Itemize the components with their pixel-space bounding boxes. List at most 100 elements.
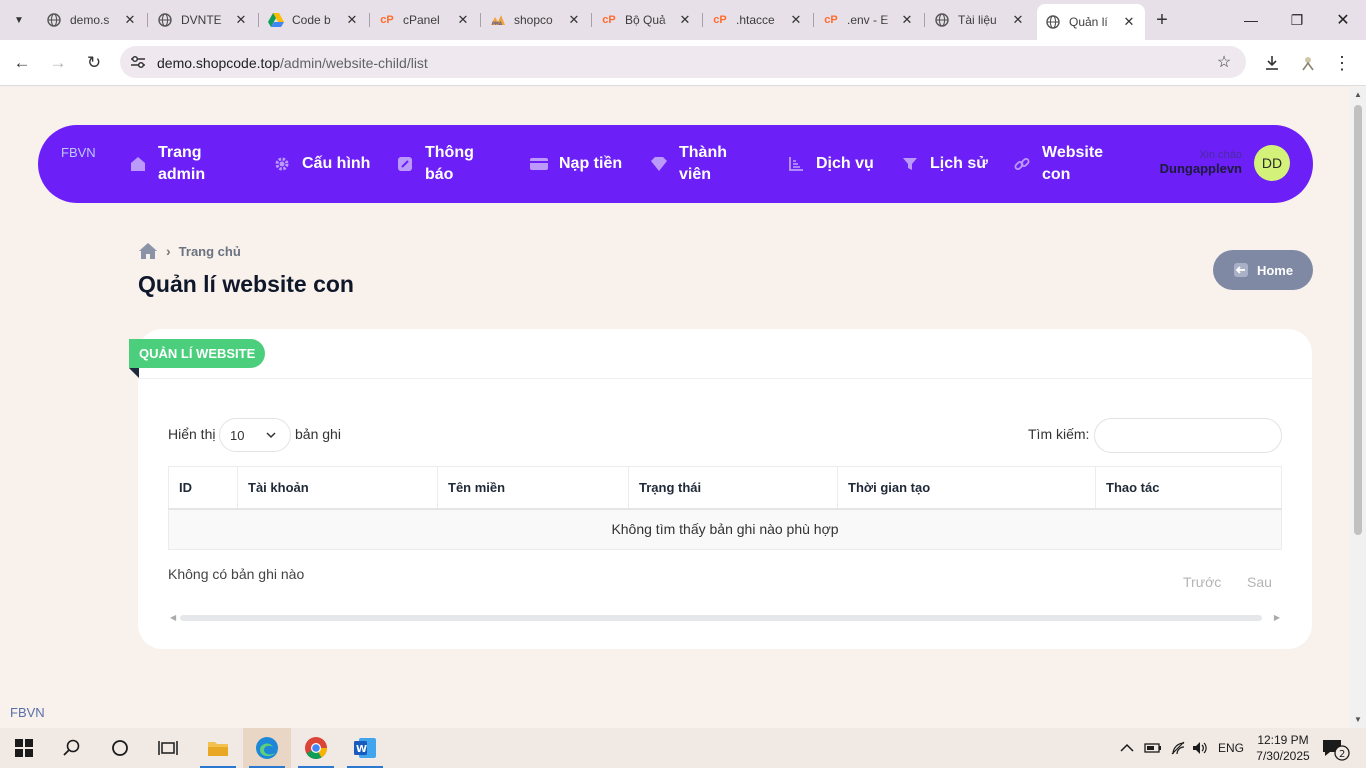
home-button-label: Home xyxy=(1256,262,1294,278)
home-button[interactable]: Home xyxy=(1213,250,1313,290)
address-bar[interactable]: demo.shopcode.top/admin/website-child/li… xyxy=(120,46,1246,78)
breadcrumb-current[interactable]: Trang chủ xyxy=(179,244,241,259)
nav-item-cau-hinh[interactable]: Cấu hình xyxy=(272,142,376,186)
close-icon[interactable]: ✕ xyxy=(1010,12,1026,28)
nav-item-label: Thành viên xyxy=(679,144,727,183)
tab-label: Code b xyxy=(292,13,331,27)
browser-tab[interactable]: cP cPanel ✕ xyxy=(371,6,479,34)
nav-item-website-con[interactable]: Website con xyxy=(1012,142,1116,186)
avatar[interactable]: DD xyxy=(1254,145,1290,181)
windows-start-icon[interactable] xyxy=(0,728,48,768)
tab-label: .htacce xyxy=(736,13,775,27)
tab-label: Tài liệu xyxy=(958,13,997,27)
file-explorer-icon[interactable] xyxy=(194,728,242,768)
cpanel-icon: cP xyxy=(380,14,394,26)
column-header-created-at[interactable]: Thời gian tạo xyxy=(837,466,1096,510)
scroll-down-arrow-icon[interactable]: ▼ xyxy=(1353,715,1363,725)
site-logo[interactable]: FBVN xyxy=(61,146,101,160)
column-header-id[interactable]: ID xyxy=(168,466,238,510)
volume-icon[interactable] xyxy=(1192,728,1208,768)
page-length-select[interactable]: 10 xyxy=(219,418,291,452)
task-view-icon[interactable] xyxy=(144,728,192,768)
column-header-actions[interactable]: Thao tác xyxy=(1095,466,1282,510)
tab-separator xyxy=(924,13,925,27)
input-language[interactable]: ENG xyxy=(1218,728,1244,768)
close-icon[interactable]: ✕ xyxy=(677,12,693,28)
browser-tab[interactable]: cP Bộ Quả ✕ xyxy=(593,6,701,34)
browser-tab[interactable]: demo.s ✕ xyxy=(38,6,146,34)
nav-item-trang-admin[interactable]: Trang admin xyxy=(128,142,232,186)
minimize-button[interactable]: — xyxy=(1228,0,1274,40)
chrome-browser-icon[interactable] xyxy=(292,728,340,768)
scroll-left-arrow-icon[interactable]: ◀ xyxy=(170,613,176,622)
restore-button[interactable]: ❐ xyxy=(1274,0,1320,40)
column-header-status[interactable]: Trạng thái xyxy=(628,466,838,510)
chevron-right-icon: › xyxy=(166,243,171,259)
globe-icon xyxy=(157,12,173,28)
nav-item-label: Thông báo xyxy=(425,144,474,183)
nav-item-thong-bao[interactable]: Thông báo xyxy=(395,142,499,186)
scrollbar-thumb[interactable] xyxy=(1354,105,1362,535)
show-hidden-icons-chevron-icon[interactable] xyxy=(1120,728,1134,768)
browser-tab[interactable]: cP .htacce ✕ xyxy=(704,6,812,34)
back-button[interactable]: ← xyxy=(8,49,36,77)
download-icon[interactable] xyxy=(1258,49,1286,77)
reload-button[interactable]: ↻ xyxy=(80,49,108,77)
scroll-up-arrow-icon[interactable]: ▲ xyxy=(1353,90,1363,100)
close-icon[interactable]: ✕ xyxy=(233,12,249,28)
search-icon[interactable] xyxy=(48,728,96,768)
word-app-icon[interactable]: W xyxy=(341,728,389,768)
wifi-icon[interactable] xyxy=(1170,728,1186,768)
link-icon xyxy=(1012,154,1032,174)
close-icon[interactable]: ✕ xyxy=(566,12,582,28)
notification-count: 2 xyxy=(1339,749,1345,760)
browser-tab[interactable]: DVNTE ✕ xyxy=(149,6,257,34)
next-page-button[interactable]: Sau xyxy=(1247,574,1272,590)
nav-item-label: Cấu hình xyxy=(302,155,371,172)
browser-tab[interactable]: PMA shopco ✕ xyxy=(482,6,590,34)
battery-icon[interactable] xyxy=(1144,728,1162,768)
close-icon[interactable]: ✕ xyxy=(455,12,471,28)
breadcrumb: › Trang chủ xyxy=(138,241,241,261)
tab-search-button[interactable]: ▼ xyxy=(6,8,32,32)
nav-item-lich-su[interactable]: Lịch sử xyxy=(900,142,1004,186)
home-icon[interactable] xyxy=(138,241,158,261)
system-clock[interactable]: 12:19 PM 7/30/2025 xyxy=(1252,732,1314,764)
browser-tab[interactable]: Tài liệu ✕ xyxy=(926,6,1034,34)
close-icon[interactable]: ✕ xyxy=(122,12,138,28)
close-icon[interactable]: ✕ xyxy=(788,12,804,28)
table-row: Không tìm thấy bản ghi nào phù hợp xyxy=(168,508,1282,550)
close-icon[interactable]: ✕ xyxy=(899,12,915,28)
bookmark-star-icon[interactable]: ☆ xyxy=(1214,52,1234,72)
forward-button[interactable]: → xyxy=(44,49,72,77)
extension-icon[interactable] xyxy=(1294,49,1322,77)
column-header-domain[interactable]: Tên miền xyxy=(437,466,629,510)
window-close-button[interactable]: ✕ xyxy=(1320,0,1366,40)
browser-tab[interactable]: Code b ✕ xyxy=(260,6,368,34)
close-icon[interactable]: ✕ xyxy=(344,12,360,28)
page-length-value: 10 xyxy=(230,427,245,443)
column-header-account[interactable]: Tài khoản xyxy=(237,466,438,510)
new-tab-button[interactable]: + xyxy=(1150,8,1174,32)
page-vertical-scrollbar[interactable]: ▲ ▼ xyxy=(1350,87,1366,728)
search-input[interactable] xyxy=(1094,418,1282,453)
nav-item-label: Website con xyxy=(1042,144,1104,183)
windows-taskbar: W ENG 12:19 PM 7/30/2025 2 xyxy=(0,728,1366,768)
table-horizontal-scrollbar[interactable]: ◀ ▶ xyxy=(168,613,1282,623)
site-info-icon[interactable] xyxy=(128,52,148,72)
nav-item-dich-vu[interactable]: Dịch vụ xyxy=(786,142,890,186)
gear-icon xyxy=(272,154,292,174)
notification-center-icon[interactable]: 2 xyxy=(1320,734,1350,762)
browser-tab-active[interactable]: Quản lí ✕ xyxy=(1037,4,1145,40)
nav-item-thanh-vien[interactable]: Thành viên xyxy=(649,142,753,186)
tab-label: DVNTE xyxy=(181,13,222,27)
browser-menu-icon[interactable]: ⋮ xyxy=(1328,49,1356,77)
scroll-right-arrow-icon[interactable]: ▶ xyxy=(1274,613,1280,622)
browser-tab[interactable]: cP .env - E ✕ xyxy=(815,6,923,34)
previous-page-button[interactable]: Trước xyxy=(1183,574,1221,590)
edge-browser-icon[interactable] xyxy=(243,728,291,768)
scrollbar-thumb[interactable] xyxy=(180,615,1262,621)
nav-item-nap-tien[interactable]: Nạp tiền xyxy=(529,142,633,186)
close-icon[interactable]: ✕ xyxy=(1121,14,1137,30)
cortana-icon[interactable] xyxy=(96,728,144,768)
